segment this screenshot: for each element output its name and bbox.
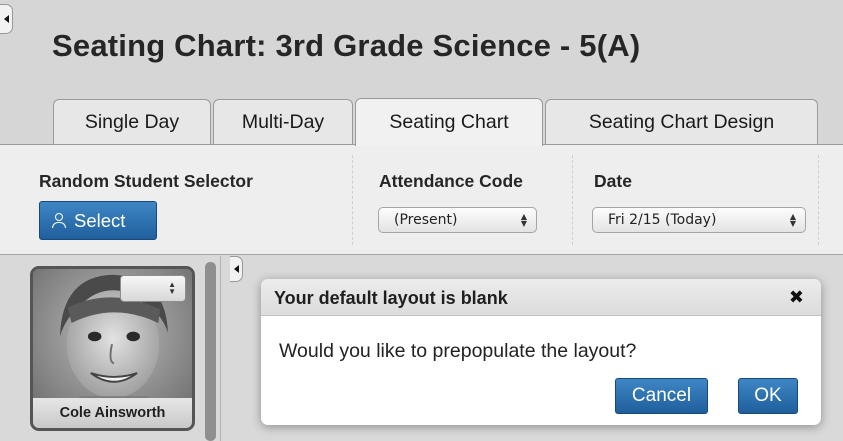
student-status-select[interactable]: ▲ ▼: [120, 275, 186, 302]
tab-seating-chart-design[interactable]: Seating Chart Design: [545, 99, 818, 145]
select-button-label: Select: [74, 209, 126, 231]
divider: [818, 155, 819, 245]
attendance-code-label: Attendance Code: [379, 171, 523, 191]
date-select[interactable]: Fri 2/15 (Today) ▲ ▼: [592, 207, 806, 233]
ok-button[interactable]: OK: [738, 378, 798, 414]
attendance-code-select[interactable]: (Present) ▲ ▼: [378, 207, 537, 233]
tab-multi-day[interactable]: Multi-Day: [213, 99, 353, 145]
updown-arrows-icon: ▲ ▼: [789, 212, 796, 228]
divider: [352, 155, 353, 245]
date-label: Date: [594, 171, 632, 191]
tab-seating-chart[interactable]: Seating Chart: [355, 98, 543, 146]
random-student-selector-label: Random Student Selector: [39, 171, 253, 191]
collapse-left-icon: [233, 265, 239, 273]
dialog-header: Your default layout is blank ✖: [261, 279, 821, 316]
attendance-code-value: (Present): [394, 212, 458, 228]
collapse-sidebar-button[interactable]: [0, 4, 13, 34]
toolbar: Random Student Selector Select Attendanc…: [0, 144, 843, 255]
dialog-message: Would you like to prepopulate the layout…: [279, 340, 637, 362]
collapse-left-icon: [3, 15, 9, 23]
updown-arrows-icon: ▲ ▼: [520, 212, 527, 228]
date-value: Fri 2/15 (Today): [608, 212, 717, 228]
scrollbar[interactable]: [205, 262, 216, 441]
divider: [572, 155, 573, 245]
student-card[interactable]: ▲ ▼ Cole Ainsworth: [30, 266, 195, 431]
student-name: Cole Ainsworth: [33, 398, 192, 428]
close-icon[interactable]: ✖: [789, 287, 804, 308]
tab-single-day[interactable]: Single Day: [53, 99, 211, 145]
select-student-button[interactable]: Select: [39, 201, 157, 240]
cancel-button[interactable]: Cancel: [615, 378, 708, 414]
collapse-panel-button[interactable]: [230, 256, 243, 282]
layout-dialog: Your default layout is blank ✖ Would you…: [261, 279, 821, 425]
updown-arrows-icon: ▲ ▼: [168, 280, 176, 296]
dialog-title: Your default layout is blank: [274, 288, 508, 308]
page-title: Seating Chart: 3rd Grade Science - 5(A): [52, 28, 641, 63]
person-icon: [52, 212, 66, 229]
